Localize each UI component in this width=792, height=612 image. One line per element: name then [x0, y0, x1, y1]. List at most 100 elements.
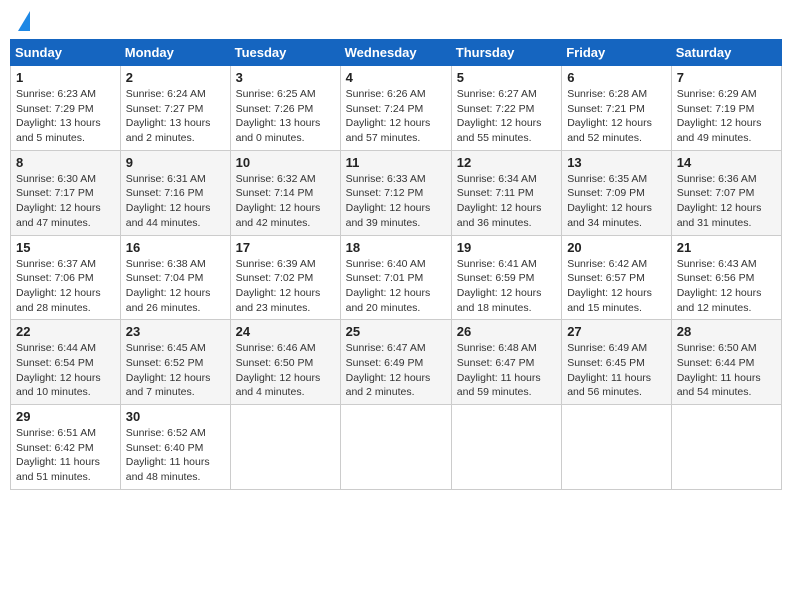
day-info: Sunrise: 6:41 AMSunset: 6:59 PMDaylight:…: [457, 257, 556, 316]
day-cell: 22 Sunrise: 6:44 AMSunset: 6:54 PMDayligh…: [11, 320, 121, 405]
day-number: 9: [126, 155, 225, 170]
day-info: Sunrise: 6:32 AMSunset: 7:14 PMDaylight:…: [236, 172, 335, 231]
day-info: Sunrise: 6:24 AMSunset: 7:27 PMDaylight:…: [126, 87, 225, 146]
day-info: Sunrise: 6:33 AMSunset: 7:12 PMDaylight:…: [346, 172, 446, 231]
day-number: 27: [567, 324, 666, 339]
week-row-4: 22 Sunrise: 6:44 AMSunset: 6:54 PMDayligh…: [11, 320, 782, 405]
day-cell: 25 Sunrise: 6:47 AMSunset: 6:49 PMDayligh…: [340, 320, 451, 405]
day-info: Sunrise: 6:42 AMSunset: 6:57 PMDaylight:…: [567, 257, 666, 316]
day-number: 10: [236, 155, 335, 170]
day-info: Sunrise: 6:27 AMSunset: 7:22 PMDaylight:…: [457, 87, 556, 146]
day-number: 20: [567, 240, 666, 255]
day-number: 30: [126, 409, 225, 424]
day-info: Sunrise: 6:28 AMSunset: 7:21 PMDaylight:…: [567, 87, 666, 146]
day-cell: 1 Sunrise: 6:23 AMSunset: 7:29 PMDaylight…: [11, 66, 121, 151]
day-number: 2: [126, 70, 225, 85]
day-number: 21: [677, 240, 776, 255]
day-cell: 9 Sunrise: 6:31 AMSunset: 7:16 PMDaylight…: [120, 150, 230, 235]
day-number: 14: [677, 155, 776, 170]
day-info: Sunrise: 6:47 AMSunset: 6:49 PMDaylight:…: [346, 341, 446, 400]
day-cell: 17 Sunrise: 6:39 AMSunset: 7:02 PMDayligh…: [230, 235, 340, 320]
day-number: 5: [457, 70, 556, 85]
day-info: Sunrise: 6:45 AMSunset: 6:52 PMDaylight:…: [126, 341, 225, 400]
day-info: Sunrise: 6:39 AMSunset: 7:02 PMDaylight:…: [236, 257, 335, 316]
week-row-1: 1 Sunrise: 6:23 AMSunset: 7:29 PMDaylight…: [11, 66, 782, 151]
day-number: 13: [567, 155, 666, 170]
day-number: 4: [346, 70, 446, 85]
calendar-table: SundayMondayTuesdayWednesdayThursdayFrid…: [10, 39, 782, 490]
day-number: 1: [16, 70, 115, 85]
day-cell: [451, 405, 561, 490]
day-info: Sunrise: 6:23 AMSunset: 7:29 PMDaylight:…: [16, 87, 115, 146]
day-info: Sunrise: 6:50 AMSunset: 6:44 PMDaylight:…: [677, 341, 776, 400]
day-number: 24: [236, 324, 335, 339]
day-cell: 11 Sunrise: 6:33 AMSunset: 7:12 PMDayligh…: [340, 150, 451, 235]
day-number: 22: [16, 324, 115, 339]
day-cell: 29 Sunrise: 6:51 AMSunset: 6:42 PMDayligh…: [11, 405, 121, 490]
week-row-2: 8 Sunrise: 6:30 AMSunset: 7:17 PMDaylight…: [11, 150, 782, 235]
day-cell: 16Sunrise: 6:38 AMSunset: 7:04 PMDayligh…: [120, 235, 230, 320]
day-number: 16: [126, 240, 225, 255]
weekday-header-saturday: Saturday: [671, 40, 781, 66]
day-number: 3: [236, 70, 335, 85]
day-cell: 19 Sunrise: 6:41 AMSunset: 6:59 PMDayligh…: [451, 235, 561, 320]
day-number: 15: [16, 240, 115, 255]
day-cell: 8 Sunrise: 6:30 AMSunset: 7:17 PMDaylight…: [11, 150, 121, 235]
day-info: Sunrise: 6:30 AMSunset: 7:17 PMDaylight:…: [16, 172, 115, 231]
day-info: Sunrise: 6:40 AMSunset: 7:01 PMDaylight:…: [346, 257, 446, 316]
day-number: 11: [346, 155, 446, 170]
day-info: Sunrise: 6:43 AMSunset: 6:56 PMDaylight:…: [677, 257, 776, 316]
weekday-header-row: SundayMondayTuesdayWednesdayThursdayFrid…: [11, 40, 782, 66]
day-cell: 13Sunrise: 6:35 AMSunset: 7:09 PMDayligh…: [562, 150, 672, 235]
day-cell: 5 Sunrise: 6:27 AMSunset: 7:22 PMDaylight…: [451, 66, 561, 151]
day-cell: 4 Sunrise: 6:26 AMSunset: 7:24 PMDaylight…: [340, 66, 451, 151]
day-cell: 15 Sunrise: 6:37 AMSunset: 7:06 PMDayligh…: [11, 235, 121, 320]
day-info: Sunrise: 6:31 AMSunset: 7:16 PMDaylight:…: [126, 172, 225, 231]
day-info: Sunrise: 6:46 AMSunset: 6:50 PMDaylight:…: [236, 341, 335, 400]
day-cell: 20 Sunrise: 6:42 AMSunset: 6:57 PMDayligh…: [562, 235, 672, 320]
logo-triangle-icon: [18, 11, 30, 31]
day-info: Sunrise: 6:29 AMSunset: 7:19 PMDaylight:…: [677, 87, 776, 146]
day-cell: [340, 405, 451, 490]
weekday-header-wednesday: Wednesday: [340, 40, 451, 66]
day-cell: 14Sunrise: 6:36 AMSunset: 7:07 PMDayligh…: [671, 150, 781, 235]
day-cell: 7 Sunrise: 6:29 AMSunset: 7:19 PMDaylight…: [671, 66, 781, 151]
day-number: 29: [16, 409, 115, 424]
day-number: 19: [457, 240, 556, 255]
weekday-header-monday: Monday: [120, 40, 230, 66]
day-number: 6: [567, 70, 666, 85]
day-cell: 10 Sunrise: 6:32 AMSunset: 7:14 PMDayligh…: [230, 150, 340, 235]
day-number: 25: [346, 324, 446, 339]
week-row-5: 29 Sunrise: 6:51 AMSunset: 6:42 PMDayligh…: [11, 405, 782, 490]
day-cell: 6 Sunrise: 6:28 AMSunset: 7:21 PMDaylight…: [562, 66, 672, 151]
day-number: 23: [126, 324, 225, 339]
day-info: Sunrise: 6:25 AMSunset: 7:26 PMDaylight:…: [236, 87, 335, 146]
day-info: Sunrise: 6:44 AMSunset: 6:54 PMDaylight:…: [16, 341, 115, 400]
day-cell: 12 Sunrise: 6:34 AMSunset: 7:11 PMDayligh…: [451, 150, 561, 235]
day-info: Sunrise: 6:34 AMSunset: 7:11 PMDaylight:…: [457, 172, 556, 231]
day-cell: [671, 405, 781, 490]
day-info: Sunrise: 6:26 AMSunset: 7:24 PMDaylight:…: [346, 87, 446, 146]
day-cell: 28 Sunrise: 6:50 AMSunset: 6:44 PMDayligh…: [671, 320, 781, 405]
weekday-header-friday: Friday: [562, 40, 672, 66]
day-number: 18: [346, 240, 446, 255]
page-header: [10, 10, 782, 31]
day-number: 12: [457, 155, 556, 170]
day-info: Sunrise: 6:51 AMSunset: 6:42 PMDaylight:…: [16, 426, 115, 485]
weekday-header-sunday: Sunday: [11, 40, 121, 66]
day-info: Sunrise: 6:52 AMSunset: 6:40 PMDaylight:…: [126, 426, 225, 485]
day-cell: 26 Sunrise: 6:48 AMSunset: 6:47 PMDayligh…: [451, 320, 561, 405]
day-cell: 3 Sunrise: 6:25 AMSunset: 7:26 PMDaylight…: [230, 66, 340, 151]
day-number: 8: [16, 155, 115, 170]
day-info: Sunrise: 6:37 AMSunset: 7:06 PMDaylight:…: [16, 257, 115, 316]
day-number: 28: [677, 324, 776, 339]
day-info: Sunrise: 6:48 AMSunset: 6:47 PMDaylight:…: [457, 341, 556, 400]
day-cell: 24 Sunrise: 6:46 AMSunset: 6:50 PMDayligh…: [230, 320, 340, 405]
day-number: 26: [457, 324, 556, 339]
week-row-3: 15 Sunrise: 6:37 AMSunset: 7:06 PMDayligh…: [11, 235, 782, 320]
day-number: 17: [236, 240, 335, 255]
day-cell: [562, 405, 672, 490]
day-info: Sunrise: 6:49 AMSunset: 6:45 PMDaylight:…: [567, 341, 666, 400]
day-cell: 30 Sunrise: 6:52 AMSunset: 6:40 PMDayligh…: [120, 405, 230, 490]
day-number: 7: [677, 70, 776, 85]
